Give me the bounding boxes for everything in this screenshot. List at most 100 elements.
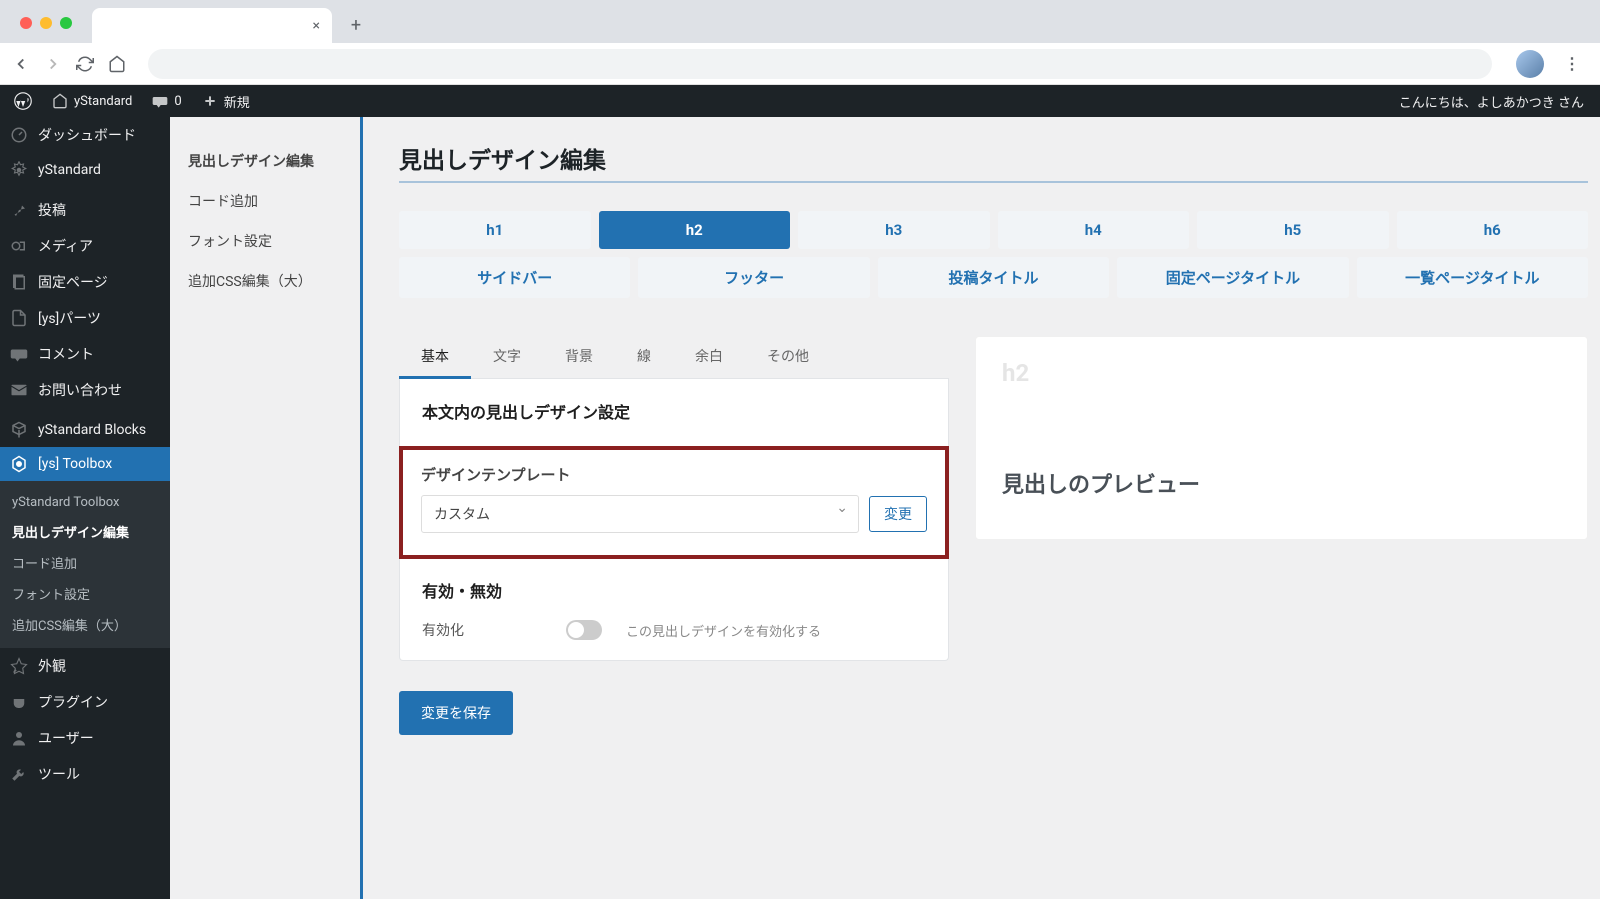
hexagon-icon: [10, 455, 30, 473]
heading-tabs-row1: h1 h2 h3 h4 h5 h6: [399, 211, 1588, 249]
tab-margin[interactable]: 余白: [673, 336, 745, 379]
secnav-heading[interactable]: 見出しデザイン編集: [188, 141, 342, 181]
forward-button[interactable]: [44, 55, 64, 73]
menu-ys-parts[interactable]: [ys]パーツ: [0, 300, 170, 336]
property-tabs: 基本 文字 背景 線 余白 その他: [399, 336, 949, 379]
enable-toggle[interactable]: [566, 620, 602, 640]
window-maximize[interactable]: [60, 17, 72, 29]
menu-ys-blocks[interactable]: yStandard Blocks: [0, 413, 170, 447]
menu-plugins[interactable]: プラグイン: [0, 684, 170, 720]
settings-panel: 本文内の見出しデザイン設定 デザインテンプレート カスタム 変更 有効・無効: [399, 379, 949, 661]
submenu-code[interactable]: コード追加: [0, 547, 170, 578]
traffic-lights: [10, 17, 72, 43]
wp-adminbar: yStandard 0 新規 こんにちは、よしあかつき さん: [0, 85, 1600, 117]
media-icon: [10, 237, 30, 255]
secnav-font[interactable]: フォント設定: [188, 221, 342, 261]
menu-contact[interactable]: お問い合わせ: [0, 372, 170, 408]
tab-archive-title[interactable]: 一覧ページタイトル: [1357, 257, 1588, 298]
document-icon: [10, 309, 30, 327]
admin-sidebar: ダッシュボード yStandard 投稿 メディア 固定ページ [ys]パーツ …: [0, 117, 170, 899]
new-label: 新規: [224, 92, 250, 111]
secondary-nav: 見出しデザイン編集 コード追加 フォント設定 追加CSS編集（大）: [170, 117, 360, 899]
menu-pages[interactable]: 固定ページ: [0, 264, 170, 300]
site-name: yStandard: [74, 94, 132, 109]
menu-dashboard[interactable]: ダッシュボード: [0, 117, 170, 153]
home-button[interactable]: [108, 55, 128, 73]
section2-title: 有効・無効: [422, 578, 926, 602]
template-select[interactable]: カスタム: [421, 495, 859, 533]
secnav-css[interactable]: 追加CSS編集（大）: [188, 261, 342, 301]
tab-bar: × +: [92, 8, 370, 43]
save-button[interactable]: 変更を保存: [399, 691, 513, 735]
main-content: 見出しデザイン編集 h1 h2 h3 h4 h5 h6 サイドバー フッター 投…: [360, 117, 1600, 899]
mail-icon: [10, 381, 30, 399]
menu-appearance[interactable]: 外観: [0, 648, 170, 684]
browser-menu[interactable]: ⋮: [1556, 54, 1588, 73]
new-content[interactable]: 新規: [192, 85, 260, 117]
new-tab-button[interactable]: +: [342, 11, 370, 39]
tab-page-title[interactable]: 固定ページタイトル: [1117, 257, 1348, 298]
user-icon: [10, 729, 30, 747]
menu-ys-toolbox[interactable]: [ys] Toolbox: [0, 447, 170, 481]
tab-h3[interactable]: h3: [798, 211, 990, 249]
tab-footer[interactable]: フッター: [638, 257, 869, 298]
toolbox-submenu: yStandard Toolbox 見出しデザイン編集 コード追加 フォント設定…: [0, 481, 170, 648]
user-greeting[interactable]: こんにちは、よしあかつき さん: [1387, 92, 1596, 111]
tab-border[interactable]: 線: [615, 336, 673, 379]
preview-tag-label: h2: [1002, 359, 1561, 387]
preview-panel: h2 見出しのプレビュー: [975, 336, 1588, 540]
menu-users[interactable]: ユーザー: [0, 720, 170, 756]
tab-h5[interactable]: h5: [1197, 211, 1389, 249]
toggle-description: この見出しデザインを有効化する: [626, 621, 821, 640]
tab-h2[interactable]: h2: [599, 211, 791, 249]
dashboard-icon: [10, 126, 30, 144]
browser-toolbar: ⋮: [0, 43, 1600, 85]
change-button[interactable]: 変更: [869, 496, 927, 532]
plugin-icon: [10, 693, 30, 711]
browser-tab[interactable]: ×: [92, 8, 332, 43]
comments-link[interactable]: 0: [142, 85, 191, 117]
template-label: デザインテンプレート: [421, 464, 927, 485]
preview-heading: 見出しのプレビュー: [1002, 467, 1561, 499]
window-close[interactable]: [20, 17, 32, 29]
submenu-heading[interactable]: 見出しデザイン編集: [0, 516, 170, 547]
tab-text[interactable]: 文字: [471, 336, 543, 379]
window-minimize[interactable]: [40, 17, 52, 29]
wrench-icon: [10, 765, 30, 783]
menu-posts[interactable]: 投稿: [0, 192, 170, 228]
section-title: 本文内の見出しデザイン設定: [422, 399, 926, 423]
menu-comments[interactable]: コメント: [0, 336, 170, 372]
tab-other[interactable]: その他: [745, 336, 831, 379]
url-bar[interactable]: [148, 49, 1492, 79]
comment-icon: [10, 345, 30, 363]
menu-ystandard[interactable]: yStandard: [0, 153, 170, 187]
comments-count: 0: [174, 94, 181, 109]
submenu-toolbox[interactable]: yStandard Toolbox: [0, 489, 170, 516]
close-icon[interactable]: ×: [313, 18, 320, 34]
pin-icon: [10, 201, 30, 219]
tab-basic[interactable]: 基本: [399, 336, 471, 379]
tab-h6[interactable]: h6: [1397, 211, 1589, 249]
site-link[interactable]: yStandard: [42, 85, 142, 117]
secnav-code[interactable]: コード追加: [188, 181, 342, 221]
submenu-css[interactable]: 追加CSS編集（大）: [0, 609, 170, 640]
tab-sidebar[interactable]: サイドバー: [399, 257, 630, 298]
tab-background[interactable]: 背景: [543, 336, 615, 379]
page-title: 見出しデザイン編集: [399, 141, 1588, 175]
menu-tools[interactable]: ツール: [0, 756, 170, 792]
profile-avatar[interactable]: [1516, 50, 1544, 78]
heading-tabs-row2: サイドバー フッター 投稿タイトル 固定ページタイトル 一覧ページタイトル: [399, 257, 1588, 298]
tab-h1[interactable]: h1: [399, 211, 591, 249]
tab-h4[interactable]: h4: [998, 211, 1190, 249]
toggle-label: 有効化: [422, 620, 542, 640]
wp-logo[interactable]: [4, 85, 42, 117]
browser-chrome: × +: [0, 0, 1600, 43]
tab-post-title[interactable]: 投稿タイトル: [878, 257, 1109, 298]
submenu-font[interactable]: フォント設定: [0, 578, 170, 609]
page-icon: [10, 273, 30, 291]
menu-media[interactable]: メディア: [0, 228, 170, 264]
cube-icon: [10, 421, 30, 439]
highlighted-section: デザインテンプレート カスタム 変更: [399, 446, 949, 559]
reload-button[interactable]: [76, 55, 96, 73]
back-button[interactable]: [12, 55, 32, 73]
